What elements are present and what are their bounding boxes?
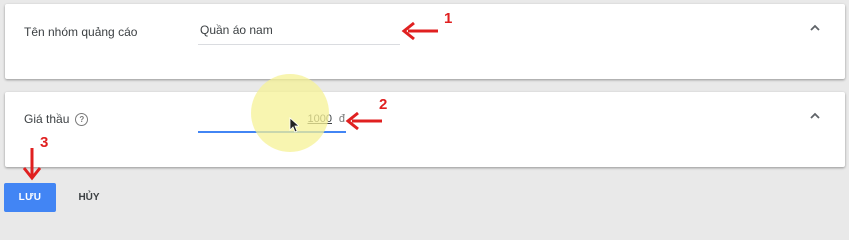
step-number-2: 2 bbox=[379, 96, 388, 113]
bid-card: Giá thầu ? 1000 đ bbox=[5, 92, 845, 167]
help-icon[interactable]: ? bbox=[75, 112, 89, 126]
chevron-up-icon[interactable] bbox=[807, 20, 823, 36]
arrow-left-icon bbox=[345, 111, 382, 131]
step-number-1: 1 bbox=[444, 10, 453, 27]
ad-group-name-input[interactable] bbox=[198, 18, 400, 42]
save-button[interactable]: LƯU bbox=[4, 183, 56, 212]
bid-label: Giá thầu bbox=[24, 112, 70, 126]
click-highlight bbox=[251, 74, 329, 152]
arrow-left-icon bbox=[401, 21, 438, 41]
step-number-3: 3 bbox=[40, 134, 49, 151]
ad-group-name-label: Tên nhóm quảng cáo bbox=[24, 25, 138, 39]
arrow-down-icon bbox=[22, 148, 42, 181]
cancel-button[interactable]: HỦY bbox=[67, 183, 111, 212]
mouse-cursor-icon bbox=[289, 117, 299, 133]
chevron-up-icon[interactable] bbox=[807, 108, 823, 124]
ad-group-name-field[interactable] bbox=[198, 18, 400, 45]
bid-label-group: Giá thầu ? bbox=[24, 112, 89, 126]
